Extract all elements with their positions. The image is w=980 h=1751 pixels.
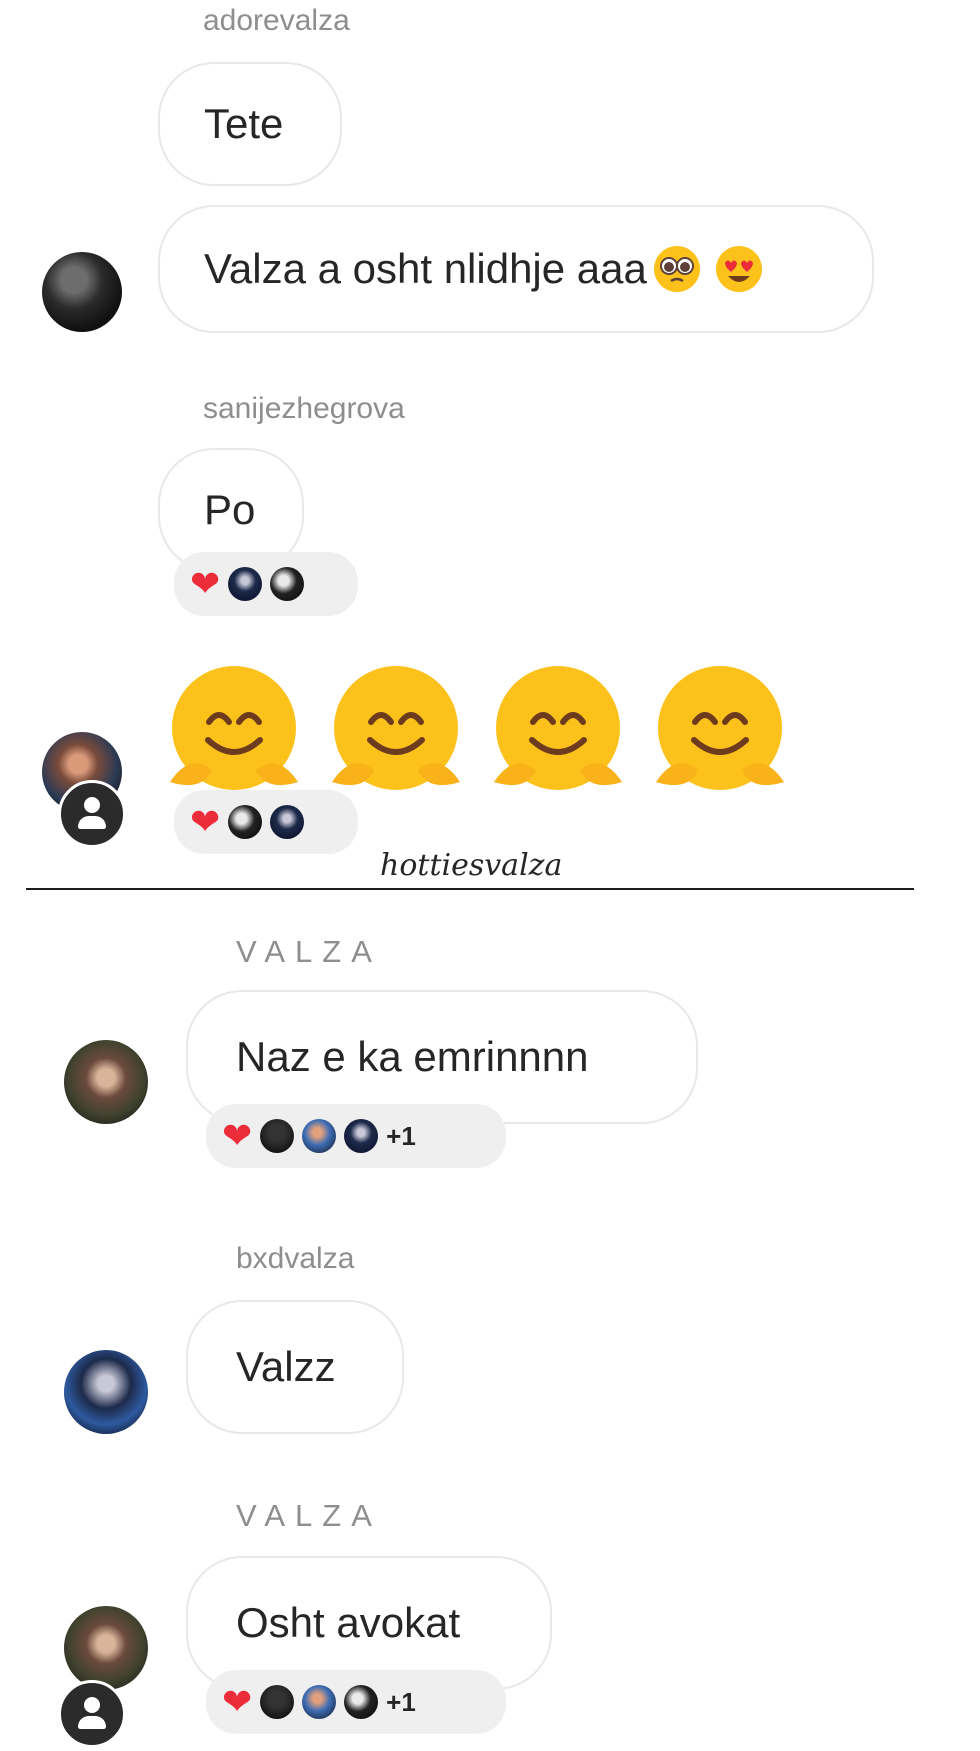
- message-bubble[interactable]: Valza a osht nlidhje aaa: [158, 205, 874, 333]
- reaction-pill[interactable]: ❤: [174, 790, 358, 854]
- reaction-pill[interactable]: ❤: [174, 552, 358, 616]
- avatar[interactable]: [64, 1606, 148, 1690]
- reactor-avatar: [260, 1119, 295, 1153]
- hugging-face-icon: [656, 666, 784, 790]
- watermark: hottiesvalza: [380, 848, 563, 883]
- person-icon[interactable]: [58, 780, 126, 848]
- person-icon[interactable]: [58, 1680, 126, 1748]
- reactor-avatar: [302, 1119, 337, 1153]
- avatar[interactable]: [64, 1040, 148, 1124]
- reaction-pill[interactable]: ❤ +1: [206, 1104, 506, 1168]
- hugging-face-icon: [170, 666, 298, 790]
- message-bubble[interactable]: Valzz: [186, 1300, 404, 1434]
- message-text: Osht avokat: [236, 1599, 461, 1646]
- username-label: adorevalza: [203, 4, 350, 37]
- avatar[interactable]: [42, 252, 122, 332]
- pleading-face-icon: [653, 246, 700, 292]
- heart-icon: ❤: [190, 801, 221, 842]
- reaction-count: +1: [386, 1120, 416, 1151]
- reactor-avatar: [228, 567, 263, 601]
- avatar[interactable]: [64, 1350, 148, 1434]
- username-label: VALZA: [236, 1498, 382, 1533]
- reaction-count: +1: [386, 1686, 416, 1717]
- username-label: bxdvalza: [236, 1242, 355, 1275]
- reactor-avatar: [344, 1685, 379, 1719]
- reactor-avatar: [270, 567, 305, 601]
- reactor-avatar: [260, 1685, 295, 1719]
- reactor-avatar: [270, 805, 305, 839]
- message-text: Naz e ka emrinnnn: [236, 1033, 589, 1080]
- hugging-face-icon: [494, 666, 622, 790]
- reaction-pill[interactable]: ❤ +1: [206, 1670, 506, 1734]
- message-text: Valza a osht nlidhje aaa: [204, 245, 647, 292]
- message-text: Valzz: [236, 1343, 336, 1390]
- reactor-avatar: [344, 1119, 379, 1153]
- heart-eyes-face-icon: [715, 246, 762, 292]
- username-label: sanijezhegrova: [203, 392, 405, 425]
- reactor-avatar: [228, 805, 263, 839]
- message-bubble[interactable]: Tete: [158, 62, 342, 186]
- reactor-avatar: [302, 1685, 337, 1719]
- hugging-face-icon: [332, 666, 460, 790]
- heart-icon: ❤: [222, 1681, 253, 1722]
- heart-icon: ❤: [190, 563, 221, 604]
- message-text: Tete: [204, 100, 284, 147]
- message-text: Po: [204, 486, 256, 533]
- heart-icon: ❤: [222, 1115, 253, 1156]
- divider: [26, 888, 914, 890]
- username-label: VALZA: [236, 934, 382, 969]
